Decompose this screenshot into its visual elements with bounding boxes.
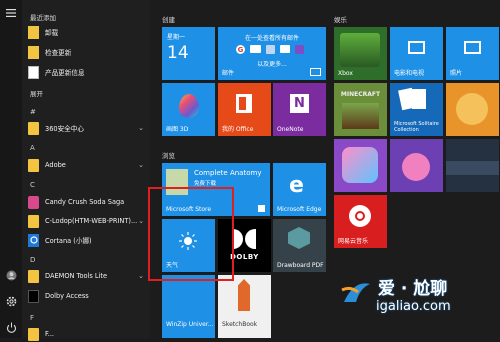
sketchbook-tile[interactable]: SketchBook	[218, 275, 271, 338]
google-icon: G	[236, 45, 245, 54]
hamburger-menu-icon[interactable]	[4, 6, 18, 20]
drawboard-icon	[288, 227, 310, 249]
movies-tile[interactable]: 电影和电视	[390, 27, 443, 80]
folder-icon	[28, 327, 39, 341]
group-title-entertain: 娱乐	[334, 16, 347, 24]
power-icon[interactable]	[4, 320, 18, 334]
bubble-tile[interactable]	[390, 139, 443, 192]
app-item[interactable]: Candy Crush Soda Saga	[28, 194, 146, 210]
app-item[interactable]: 卸载	[28, 24, 146, 40]
edge-tile[interactable]: e Microsoft Edge	[273, 163, 326, 216]
chevron-down-icon: ⌄	[138, 272, 144, 280]
paint3d-tile[interactable]: 画图 3D	[162, 83, 215, 136]
group-title-create: 创建	[162, 16, 175, 24]
folder-icon	[28, 269, 39, 283]
watermark-url: igaliao.com	[376, 299, 451, 314]
bubble-art-icon	[402, 153, 430, 181]
xbox-art-icon	[340, 33, 380, 67]
recent-header: 最近添加	[30, 14, 56, 22]
mail-more: 以及更多...	[257, 61, 287, 68]
mail-label: 邮件	[222, 70, 235, 77]
solitaire-tile[interactable]: Microsoft Solitaire Collection	[390, 83, 443, 136]
chevron-down-icon: ⌄	[138, 161, 144, 169]
drawboard-tile[interactable]: Drawboard PDF	[273, 219, 326, 272]
calendar-date: 14	[167, 43, 189, 63]
watermark-logo-icon	[341, 283, 370, 302]
yahoo-purple-icon	[295, 45, 304, 54]
folder-icon	[28, 121, 39, 135]
anatomy-title: Complete Anatomy	[194, 169, 262, 177]
edge-icon: e	[289, 173, 304, 198]
game-tile[interactable]	[446, 83, 499, 136]
office-icon	[236, 94, 252, 113]
xbox-tile[interactable]: Xbox	[334, 27, 387, 80]
onenote-tile[interactable]: N OneNote	[273, 83, 326, 136]
mail-tile[interactable]: 在一处查看所有邮件 G 以及更多... 邮件	[218, 27, 326, 80]
card-icon	[412, 89, 426, 109]
doc-icon	[28, 25, 39, 39]
app-item[interactable]: Dolby Access	[28, 288, 146, 304]
app-item[interactable]: C-Lodop(HTM-WEB-PRINT)... ⌄	[28, 213, 146, 229]
app-item[interactable]: Cortana (小娜)	[28, 232, 146, 248]
minecraft-art-icon	[342, 103, 379, 129]
app-list: 最近添加 卸载 检查更新 产品更新信息 展开 # 360安全中心 ⌄ A Adob…	[22, 0, 150, 341]
onenote-icon: N	[290, 94, 309, 113]
mail-provider-icons: G	[236, 45, 304, 54]
candy-art-icon	[342, 147, 378, 183]
expand-link[interactable]: 展开	[30, 88, 43, 98]
netease-tile[interactable]: 网易云音乐	[334, 195, 387, 248]
netease-icon	[349, 205, 371, 227]
section-letter[interactable]: A	[30, 144, 35, 152]
cortana-icon	[28, 233, 39, 247]
chevron-down-icon: ⌄	[138, 217, 144, 225]
folder-icon	[28, 158, 39, 172]
media-art-icon	[446, 161, 499, 175]
group-title-browse: 浏览	[162, 152, 175, 160]
weather-highlight-box	[148, 187, 234, 281]
doc-icon	[28, 65, 39, 79]
dolby-logo-icon	[232, 229, 256, 249]
watermark: 爱 · 尬聊 igaliao.com	[338, 270, 498, 338]
watermark-name: 爱 · 尬聊	[378, 279, 448, 299]
mail-headline: 在一处查看所有邮件	[244, 35, 299, 42]
yahoo-icon	[266, 45, 275, 54]
app-item[interactable]: Adobe ⌄	[28, 157, 146, 173]
anatomy-sub: 免费下载	[194, 181, 217, 187]
section-letter[interactable]: C	[30, 181, 35, 189]
doc-icon	[28, 45, 39, 59]
user-avatar-icon[interactable]	[4, 268, 18, 282]
app-item[interactable]: 检查更新	[28, 44, 146, 60]
app-item[interactable]: 产品更新信息	[28, 64, 146, 80]
candy-icon	[28, 195, 39, 209]
winzip-tile[interactable]: WinZip Univer...	[162, 275, 215, 338]
calendar-tile[interactable]: 星期一 14	[162, 27, 215, 80]
chevron-down-icon: ⌄	[138, 124, 144, 132]
calendar-day: 星期一	[167, 34, 186, 41]
folder-icon	[28, 214, 39, 228]
dolby-icon	[28, 289, 39, 303]
section-letter[interactable]: #	[30, 108, 36, 116]
envelope-icon	[310, 68, 321, 76]
outlook-icon	[280, 45, 290, 53]
pencil-icon	[238, 279, 250, 311]
office-tile[interactable]: 我的 Office	[218, 83, 271, 136]
film-icon	[408, 41, 425, 54]
section-letter[interactable]: F	[30, 314, 34, 322]
mail-envelope-icon	[250, 45, 261, 53]
media-tile[interactable]	[446, 139, 499, 192]
start-rail	[0, 0, 22, 338]
settings-gear-icon[interactable]	[4, 294, 18, 308]
app-item[interactable]: 360安全中心 ⌄	[28, 120, 146, 136]
photos-tile[interactable]: 照片	[446, 27, 499, 80]
section-letter[interactable]: D	[30, 256, 35, 264]
candy-tile[interactable]	[334, 139, 387, 192]
minecraft-tile[interactable]: MINECRAFT	[334, 83, 387, 136]
game-art-icon	[456, 93, 488, 125]
app-item[interactable]: F...	[28, 326, 146, 342]
paint3d-icon	[179, 94, 199, 118]
app-item[interactable]: DAEMON Tools Lite ⌄	[28, 268, 146, 284]
photo-icon	[464, 41, 481, 54]
store-bag-icon	[258, 205, 265, 212]
